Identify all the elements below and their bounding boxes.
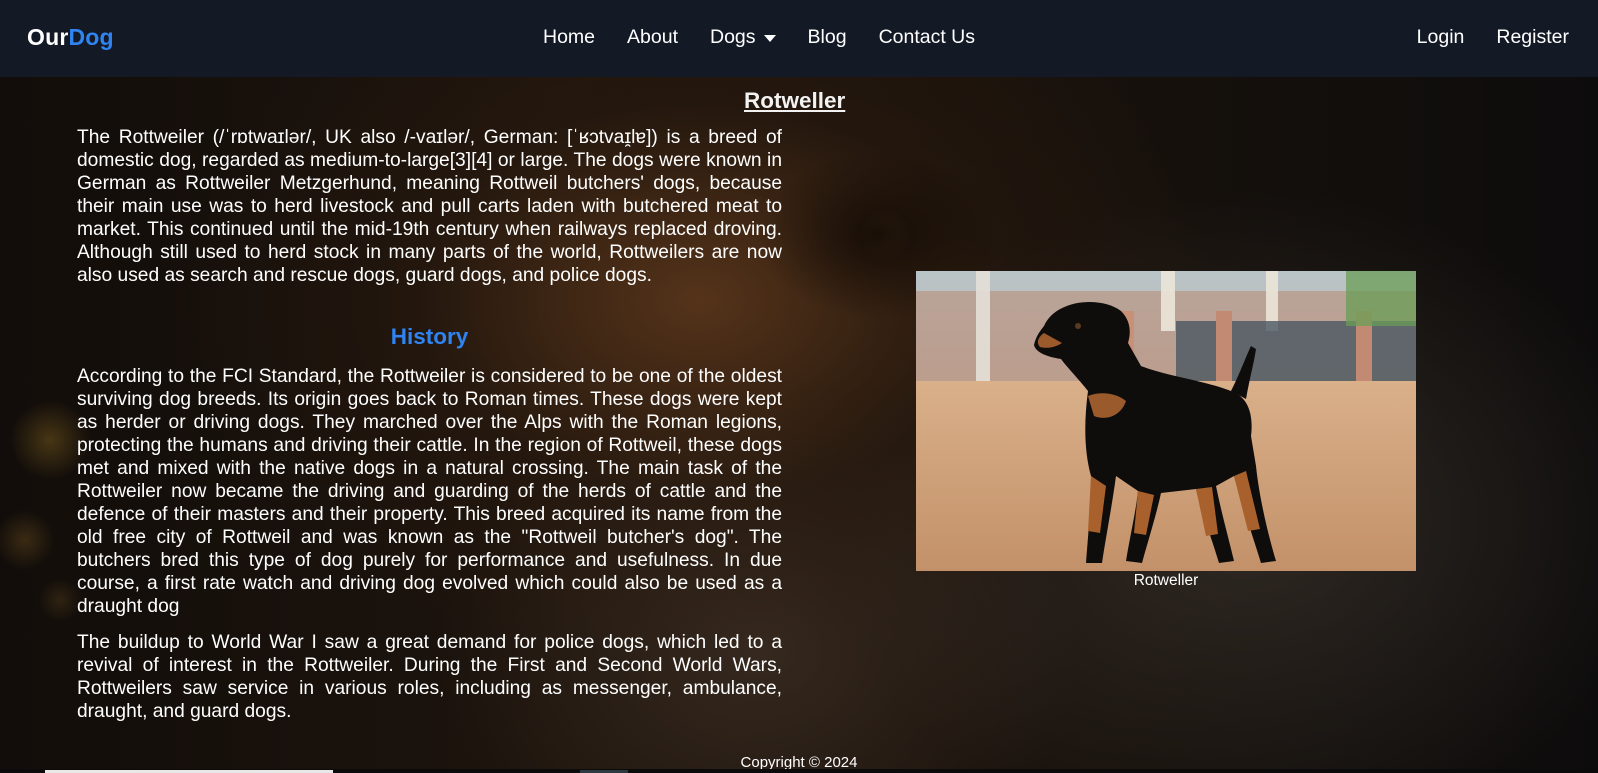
nav-dogs-dropdown[interactable]: Dogs	[710, 26, 776, 49]
nav-contact[interactable]: Contact Us	[879, 26, 975, 49]
main-nav: Home About Dogs Blog Contact Us	[543, 26, 975, 49]
brand-part-our: Our	[27, 24, 69, 50]
nav-blog[interactable]: Blog	[808, 26, 847, 49]
register-link[interactable]: Register	[1496, 26, 1569, 49]
intro-paragraph: The Rottweiler (/ˈrɒtwaɪlər/, UK also /-…	[77, 127, 782, 286]
auth-nav: Login Register	[1417, 26, 1569, 49]
page-title: Rotweller	[744, 88, 846, 113]
brand-logo[interactable]: OurDog	[27, 24, 114, 51]
nav-about[interactable]: About	[627, 26, 678, 49]
brand-part-dog: Dog	[68, 24, 114, 50]
nav-dogs-label: Dogs	[710, 26, 756, 48]
main-content: Rotweller The Rottweiler (/ˈrɒtwaɪlər/, …	[0, 77, 1598, 773]
dog-figure: Rotweller	[916, 271, 1416, 590]
photo-caption: Rotweller	[1133, 572, 1199, 589]
navbar: OurDog Home About Dogs Blog Contact Us L…	[0, 0, 1598, 77]
history-paragraph-2: The buildup to World War I saw a great d…	[77, 632, 782, 722]
nav-home[interactable]: Home	[543, 26, 595, 49]
history-heading: History	[390, 324, 469, 349]
login-link[interactable]: Login	[1417, 26, 1465, 49]
rottweiler-photo	[916, 271, 1416, 571]
caret-down-icon	[763, 35, 776, 42]
history-paragraph-1: According to the FCI Standard, the Rottw…	[77, 366, 782, 617]
